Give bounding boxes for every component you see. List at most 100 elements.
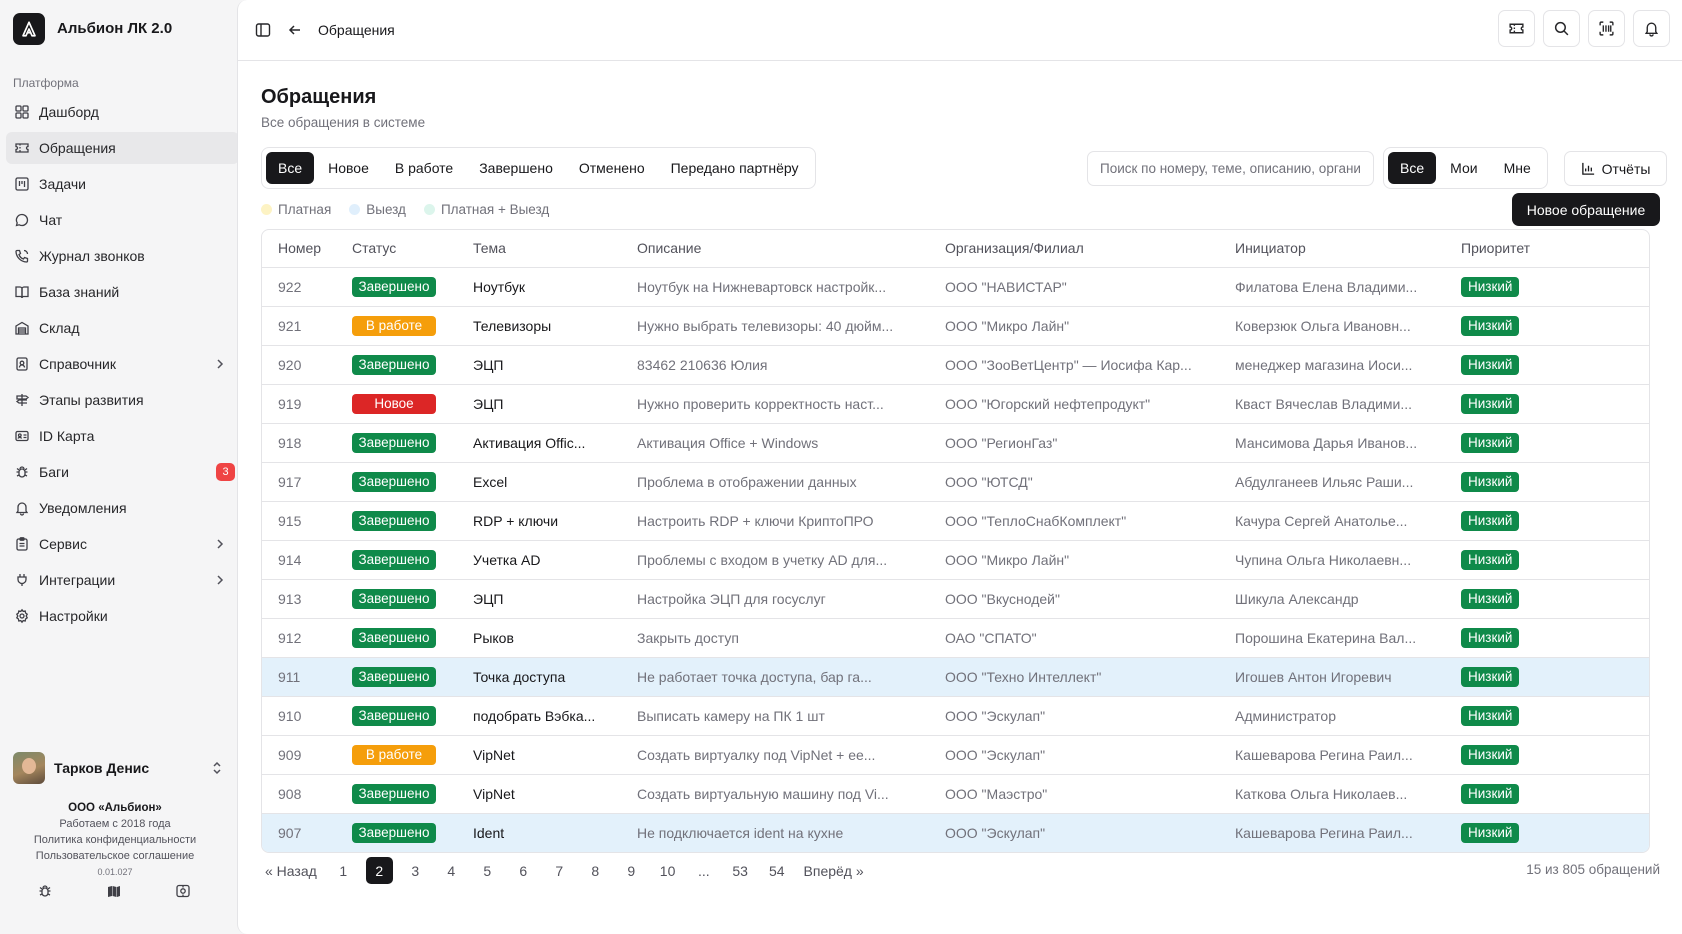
page-button-current[interactable]: 2 [365,857,393,884]
sidebar-toggle-icon[interactable] [254,21,272,39]
next-page-button[interactable]: Вперёд » [800,857,868,884]
table-row[interactable]: 909 В работе VipNet Создать виртуалку под V… [262,735,1649,775]
topic-cell[interactable]: VipNet [457,774,621,814]
page-button[interactable]: 7 [546,857,573,884]
brand[interactable]: Альбион ЛК 2.0 [0,0,245,57]
search-input[interactable] [1087,151,1374,186]
topic-cell[interactable]: Активация Offic... [457,423,621,463]
topic-cell[interactable]: Учетка AD [457,540,621,580]
terms-link[interactable]: Пользовательское соглашение [0,848,230,864]
topic-cell[interactable]: Точка доступа [457,657,621,697]
notifications-button[interactable] [1633,10,1670,47]
topic-cell[interactable]: RDP + ключи [457,501,621,541]
table-row[interactable]: 912 Завершено Рыков Закрыть доступ ОАО "СПАТ… [262,618,1649,658]
initiator-cell: Качура Сергей Анатолье... [1219,501,1445,541]
sidebar-item-tickets[interactable]: Обращения [6,132,239,164]
topic-cell[interactable]: Телевизоры [457,306,621,346]
scope-to-me[interactable]: Мне [1492,152,1543,184]
search-button[interactable] [1543,10,1580,47]
table-row[interactable]: 907 Завершено Ident Не подключается ident н… [262,813,1649,852]
column-header[interactable]: Организация/Филиал [929,230,1219,268]
tab-all[interactable]: Все [266,152,315,184]
sidebar-item-directory[interactable]: Справочник [6,348,239,380]
page-button[interactable]: 10 [654,857,682,884]
sidebar-item-notifications[interactable]: Уведомления [6,492,239,524]
topic-cell[interactable]: подобрать Вэбка... [457,696,621,736]
bug-report-icon[interactable] [37,883,55,901]
column-header[interactable]: Статус [336,230,457,268]
ticket-quick-button[interactable] [1498,10,1535,47]
topic-cell[interactable]: ЭЦП [457,345,621,385]
table-row[interactable]: 918 Завершено Активация Offic... Активация … [262,423,1649,463]
page-button[interactable]: 8 [582,857,609,884]
settings-panel-icon[interactable] [175,883,193,901]
table-row[interactable]: 915 Завершено RDP + ключи Настроить RDP + к… [262,501,1649,541]
topic-cell[interactable]: ЭЦП [457,384,621,424]
status-cell: В работе [336,306,457,346]
organization-cell: ООО "НАВИСТАР" [929,267,1219,307]
sidebar-item-tasks[interactable]: Задачи [6,168,239,200]
topic-cell[interactable]: Рыков [457,618,621,658]
table-row[interactable]: 910 Завершено подобрать Вэбка... Выписать к… [262,696,1649,736]
back-arrow-icon[interactable] [286,21,304,39]
scope-all[interactable]: Все [1388,152,1437,184]
column-header[interactable]: Тема [457,230,621,268]
sidebar-item-warehouse[interactable]: Склад [6,312,239,344]
page-button[interactable]: 3 [402,857,429,884]
page-button[interactable]: 1 [330,857,357,884]
tab-in-progress[interactable]: В работе [383,152,465,184]
reports-button[interactable]: Отчёты [1564,151,1667,186]
column-header[interactable]: Описание [621,230,929,268]
sidebar-item-service[interactable]: Сервис [6,528,239,560]
page-button[interactable]: 4 [438,857,465,884]
sidebar-item-milestones[interactable]: Этапы развития [6,384,239,416]
privacy-policy-link[interactable]: Политика конфиденциальности [0,832,230,848]
status-cell: Новое [336,384,457,424]
table-row[interactable]: 917 Завершено Excel Проблема в отображении … [262,462,1649,502]
table-row[interactable]: 914 Завершено Учетка AD Проблемы с входом в… [262,540,1649,580]
table-row[interactable]: 922 Завершено Ноутбук Ноутбук на Нижневарто… [262,267,1649,307]
sidebar-item-settings[interactable]: Настройки [6,600,239,632]
table-row[interactable]: 913 Завершено ЭЦП Настройка ЭЦП для госуслу… [262,579,1649,619]
table-row[interactable]: 919 Новое ЭЦП Нужно проверить корректность … [262,384,1649,424]
organization-cell: ООО "Югорский нефтепродукт" [929,384,1219,424]
library-icon[interactable] [106,883,124,901]
topic-cell[interactable]: VipNet [457,735,621,775]
tab-new[interactable]: Новое [316,152,381,184]
sidebar-item-call-log[interactable]: Журнал звонков [6,240,239,272]
new-ticket-button[interactable]: Новое обращение [1512,193,1660,226]
sidebar-item-knowledge-base[interactable]: База знаний [6,276,239,308]
organization-cell: ООО "Микро Лайн" [929,306,1219,346]
table-row[interactable]: 920 Завершено ЭЦП 83462 210636 Юлия ООО "Зоо… [262,345,1649,385]
sidebar-item-dashboard[interactable]: Дашборд [6,96,239,128]
scan-button[interactable] [1588,10,1625,47]
topic-cell[interactable]: Ноутбук [457,267,621,307]
column-header[interactable]: Приоритет [1445,230,1649,268]
sidebar-item-integrations[interactable]: Интеграции [6,564,239,596]
topic-cell[interactable]: Excel [457,462,621,502]
table-row[interactable]: 908 Завершено VipNet Создать виртуальную ма… [262,774,1649,814]
tab-cancelled[interactable]: Отменено [567,152,657,184]
tab-completed[interactable]: Завершено [467,152,565,184]
prev-page-button[interactable]: « Назад [261,857,321,884]
page-button[interactable]: 9 [618,857,645,884]
column-header[interactable]: Инициатор [1219,230,1445,268]
page-button[interactable]: 54 [763,857,791,884]
sidebar-item-bugs[interactable]: Баги 3 [6,456,239,488]
user-menu[interactable]: Тарков Денис [6,750,231,786]
page-button[interactable]: 6 [510,857,537,884]
status-cell: Завершено [336,345,457,385]
sidebar-item-id-card[interactable]: ID Карта [6,420,239,452]
page-button[interactable]: 5 [474,857,501,884]
scope-mine[interactable]: Мои [1438,152,1489,184]
topic-cell[interactable]: Ident [457,813,621,852]
page-button[interactable]: 53 [726,857,754,884]
topic-cell[interactable]: ЭЦП [457,579,621,619]
phone-icon [15,249,29,263]
column-header[interactable]: Номер [262,230,336,268]
tab-partner[interactable]: Передано партнёру [659,152,811,184]
table-row[interactable]: 911 Завершено Точка доступа Не работает точ… [262,657,1649,697]
table-row[interactable]: 921 В работе Телевизоры Нужно выбрать телев… [262,306,1649,346]
sidebar-item-chat[interactable]: Чат [6,204,239,236]
status-cell: Завершено [336,540,457,580]
